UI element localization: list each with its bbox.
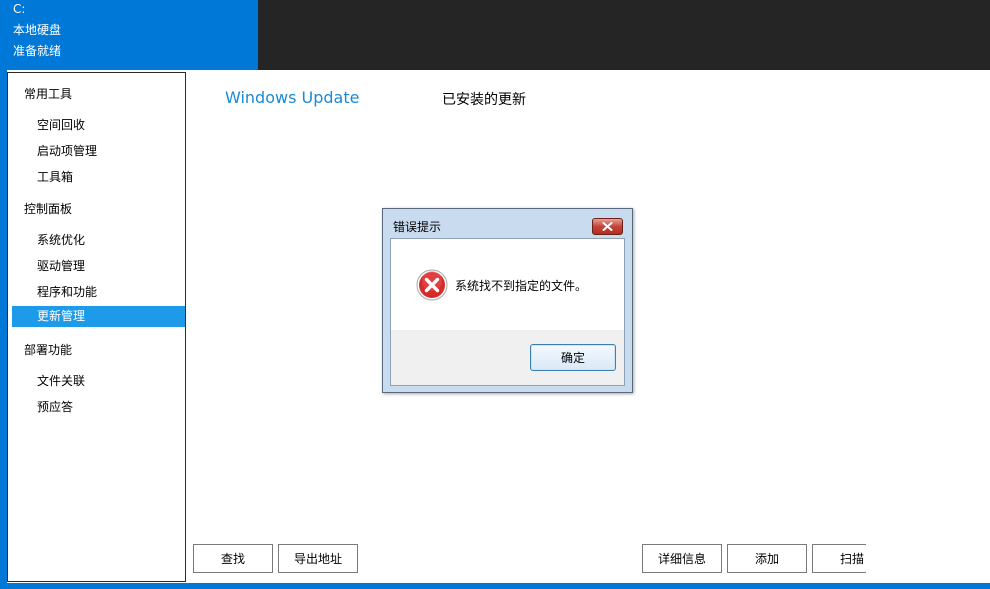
find-button[interactable]: 查找 [193,544,273,573]
drive-type: 本地硬盘 [13,23,62,37]
sidebar: 常用工具 空间回收 启动项管理 工具箱 控制面板 系统优化 驱动管理 程序和功能… [7,72,186,582]
sidebar-item-space-recovery[interactable]: 空间回收 [37,116,85,133]
dialog-message: 系统找不到指定的文件。 [455,279,588,293]
sidebar-item-toolbox[interactable]: 工具箱 [37,168,73,185]
page-title: Windows Update [225,88,360,107]
sidebar-item-driver-manager[interactable]: 驱动管理 [37,257,85,274]
sidebar-item-update-manager[interactable]: 更新管理 [12,306,185,327]
page-subtitle: 已安装的更新 [442,92,526,108]
error-dialog: 错误提示 系统找不到指定的文件。 确定 [382,208,633,393]
drive-info-panel: C: 本地硬盘 准备就绪 [0,0,258,70]
dialog-body: 系统找不到指定的文件。 确定 [390,238,625,386]
window-frame-left [0,70,7,589]
sidebar-item-unattend[interactable]: 预应答 [37,398,73,415]
sidebar-category-deploy: 部署功能 [24,343,73,357]
sidebar-category-control-panel: 控制面板 [24,202,73,216]
dialog-footer: 确定 [391,330,624,385]
dialog-title: 错误提示 [393,220,442,234]
drive-letter: C: [13,2,26,16]
export-address-button[interactable]: 导出地址 [278,544,358,573]
add-button[interactable]: 添加 [727,544,807,573]
details-button[interactable]: 详细信息 [642,544,722,573]
drive-status: 准备就绪 [13,44,62,58]
window-frame-bottom [0,583,990,589]
dialog-close-button[interactable] [592,218,623,235]
error-icon [416,269,448,301]
scan-button[interactable]: 扫描 [812,544,866,573]
close-icon [602,222,613,231]
header-bar [258,0,990,70]
ok-button[interactable]: 确定 [530,344,616,371]
sidebar-category-common-tools: 常用工具 [24,87,73,101]
sidebar-item-file-association[interactable]: 文件关联 [37,372,85,389]
sidebar-item-startup-manager[interactable]: 启动项管理 [37,142,97,159]
sidebar-item-system-optimize[interactable]: 系统优化 [37,231,85,248]
sidebar-item-programs-features[interactable]: 程序和功能 [37,283,97,300]
